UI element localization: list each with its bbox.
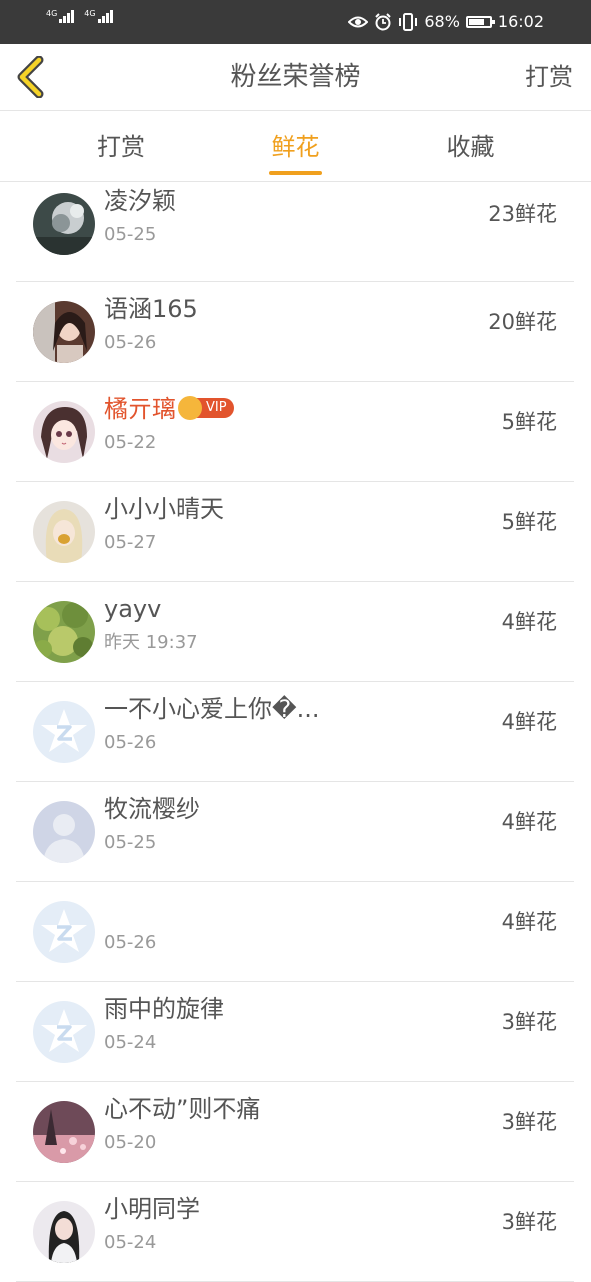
flower-count: 4鲜花 [501, 910, 557, 934]
avatar[interactable] [33, 401, 95, 463]
alarm-icon [375, 13, 392, 31]
eye-icon [348, 16, 369, 28]
fan-name: 橘亓璃 VIP [104, 394, 234, 424]
fan-row[interactable]: 小明同学 05-24 3鲜花 [0, 1182, 591, 1282]
signal-1-label: 4G [46, 9, 58, 18]
signal-2-icon: 4G [84, 9, 113, 23]
fan-row[interactable]: 一不小心爱上你�... 05-26 4鲜花 [0, 682, 591, 782]
fan-name-text: 牧流樱纱 [104, 795, 200, 823]
avatar[interactable] [33, 601, 95, 663]
avatar[interactable] [33, 1001, 95, 1063]
fan-name-text: 小明同学 [104, 1195, 200, 1223]
tab-reward[interactable]: 打赏 [95, 131, 147, 163]
battery-percent: 68% [424, 12, 460, 31]
flower-count: 3鲜花 [501, 1010, 557, 1034]
fan-list: 凌汐颖 05-25 23鲜花语涵165 05-26 20鲜花橘亓璃 VIP 05-22 5鲜花… [0, 182, 591, 1282]
fan-row[interactable]: 小小小晴天 05-27 5鲜花 [0, 482, 591, 582]
fan-name: 凌汐颖 [104, 186, 176, 216]
fan-date: 昨天 19:37 [104, 632, 198, 653]
flower-count: 5鲜花 [501, 410, 557, 434]
fan-name-text: 小小小晴天 [104, 495, 224, 523]
fan-name-text: 心不动”则不痛 [104, 1095, 261, 1123]
fan-date: 05-27 [104, 532, 157, 553]
flower-count: 4鲜花 [501, 610, 557, 634]
battery-fill [468, 19, 484, 25]
vibrate-icon [399, 13, 418, 31]
fan-name: yayv [104, 594, 161, 624]
fan-name: 牧流樱纱 [104, 794, 200, 824]
avatar[interactable] [33, 801, 95, 863]
avatar[interactable] [33, 501, 95, 563]
crown-icon [178, 396, 202, 420]
battery-icon [465, 16, 495, 28]
tab-flowers[interactable]: 鲜花 [269, 131, 322, 175]
fan-date: 05-24 [104, 1032, 157, 1053]
fan-row[interactable]: yayv 昨天 19:37 4鲜花 [0, 582, 591, 682]
tab-favorites-label: 收藏 [446, 133, 495, 161]
status-right: 68% 16:02 [348, 11, 544, 33]
flower-count: 3鲜花 [501, 1110, 557, 1134]
flower-count: 5鲜花 [501, 510, 557, 534]
fan-row[interactable]: 05-26 4鲜花 [0, 882, 591, 982]
fan-name: 语涵165 [104, 294, 198, 324]
tab-bar: 打赏 鲜花 收藏 [0, 111, 591, 182]
fan-name-text: yayv [104, 595, 162, 623]
signal-2-label: 4G [84, 9, 96, 18]
avatar[interactable] [33, 901, 95, 963]
page-title: 粉丝荣誉榜 [230, 62, 361, 92]
avatar[interactable] [33, 1201, 95, 1263]
fan-row[interactable]: 橘亓璃 VIP 05-22 5鲜花 [0, 382, 591, 482]
fan-row[interactable]: 牧流樱纱 05-25 4鲜花 [0, 782, 591, 882]
reward-button[interactable]: 打赏 [525, 60, 573, 94]
status-bar: 4G 4G 68% 16:02 [0, 0, 591, 44]
page-header: 粉丝荣誉榜 打赏 [0, 44, 591, 111]
tab-favorites[interactable]: 收藏 [444, 131, 497, 163]
fan-name-text: 凌汐颖 [104, 187, 176, 215]
flower-count: 3鲜花 [501, 1210, 557, 1234]
fan-row[interactable]: 语涵165 05-26 20鲜花 [0, 282, 591, 382]
avatar[interactable] [33, 193, 95, 255]
fan-name: 心不动”则不痛 [104, 1094, 260, 1124]
fan-date: 05-26 [104, 932, 157, 953]
fan-row[interactable]: 雨中的旋律 05-24 3鲜花 [0, 982, 591, 1082]
tab-reward-label: 打赏 [97, 133, 145, 161]
flower-count: 4鲜花 [501, 810, 557, 834]
flower-count: 20鲜花 [488, 310, 557, 334]
avatar[interactable] [33, 701, 95, 763]
avatar[interactable] [33, 301, 95, 363]
active-tab-indicator [269, 171, 322, 175]
signal-indicators: 4G 4G [46, 10, 113, 23]
fan-name: 小小小晴天 [104, 494, 224, 524]
avatar[interactable] [33, 1101, 95, 1163]
fan-date: 05-26 [104, 732, 157, 753]
fan-date: 05-25 [104, 224, 157, 245]
fan-date: 05-25 [104, 832, 157, 853]
fan-date: 05-22 [104, 432, 157, 453]
clock: 16:02 [497, 12, 544, 31]
fan-name: 雨中的旋律 [104, 994, 224, 1024]
fan-name-text: 雨中的旋律 [104, 995, 224, 1023]
fan-date: 05-24 [104, 1232, 157, 1253]
fan-name-text: 一不小心爱上你�... [104, 695, 320, 723]
fan-row[interactable]: 心不动”则不痛 05-20 3鲜花 [0, 1082, 591, 1182]
flower-count: 23鲜花 [488, 202, 557, 226]
flower-count: 4鲜花 [501, 710, 557, 734]
fan-row[interactable]: 凌汐颖 05-25 23鲜花 [0, 182, 591, 282]
fan-date: 05-20 [104, 1132, 157, 1153]
fan-name: 小明同学 [104, 1194, 200, 1224]
fan-name-text: 语涵165 [104, 295, 198, 323]
fan-name-text: 橘亓璃 [104, 395, 176, 423]
vip-badge: VIP [178, 396, 234, 420]
signal-1-icon: 4G [46, 9, 75, 23]
tab-flowers-label: 鲜花 [271, 133, 320, 161]
fan-name: 一不小心爱上你�... [104, 694, 320, 724]
fan-date: 05-26 [104, 332, 157, 353]
